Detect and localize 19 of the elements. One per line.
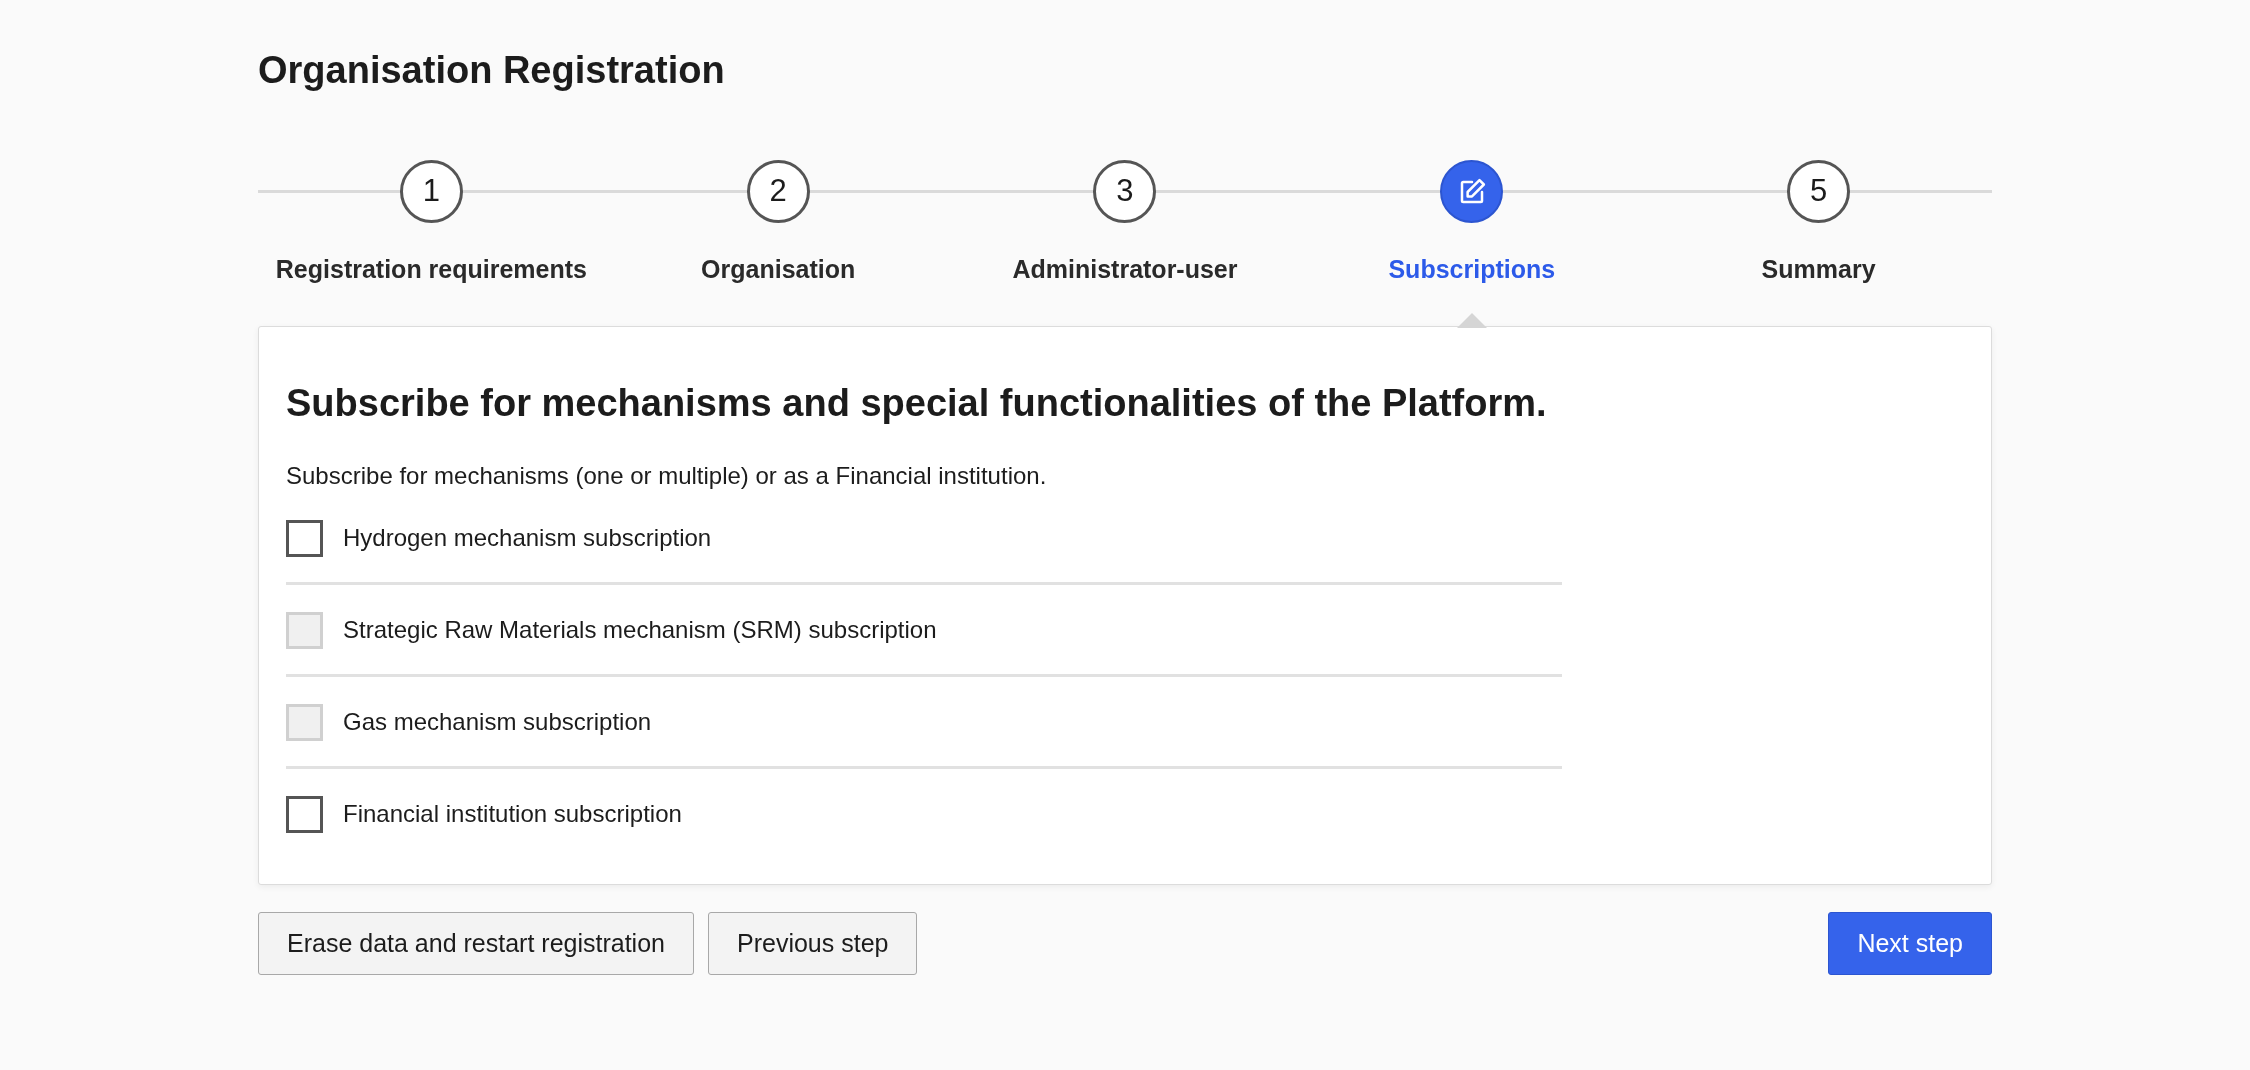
step-label[interactable]: Summary bbox=[1761, 253, 1876, 285]
step-number: 1 bbox=[422, 172, 440, 211]
secondary-button[interactable]: Previous step bbox=[708, 912, 918, 975]
page-title: Organisation Registration bbox=[258, 48, 726, 93]
step-label[interactable]: Organisation bbox=[701, 253, 856, 285]
secondary-button[interactable]: Erase data and restart registration bbox=[258, 912, 694, 975]
card-description: Subscribe for mechanisms (one or multiple) or as a Financial institution. bbox=[286, 461, 1048, 491]
next-button[interactable]: Next step bbox=[1828, 912, 1992, 975]
step-number: 2 bbox=[769, 172, 787, 211]
step-number: 5 bbox=[1809, 172, 1828, 211]
checkbox-label[interactable]: Financial institution subscription bbox=[343, 796, 682, 832]
step-label[interactable]: Administrator-user bbox=[1012, 253, 1238, 285]
step-label[interactable]: Subscriptions bbox=[1388, 253, 1556, 285]
card-heading: Subscribe for mechanisms and special functionalities of the Platform. bbox=[286, 381, 1548, 426]
checkbox[interactable] bbox=[286, 519, 323, 557]
step-label[interactable]: Registration requirements bbox=[275, 253, 587, 285]
checkbox-label[interactable]: Hydrogen mechanism subscription bbox=[343, 520, 712, 556]
checkbox[interactable] bbox=[286, 795, 323, 833]
step-number: 3 bbox=[1116, 172, 1134, 211]
